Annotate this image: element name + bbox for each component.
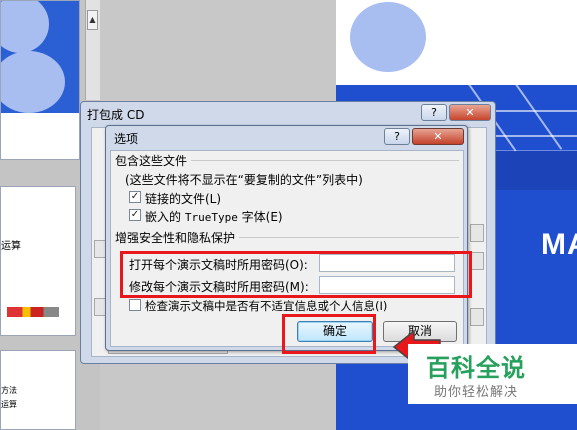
ok-button-highlight	[282, 314, 376, 354]
dialog-title: 打包成 CD	[87, 108, 145, 122]
side-control[interactable]	[470, 224, 484, 242]
close-button[interactable]: ✕	[412, 128, 464, 145]
thumbnail-shape	[1, 51, 65, 113]
embed-fonts-prefix: 嵌入的	[145, 210, 182, 224]
side-control[interactable]	[470, 252, 484, 270]
thumbnail-white-area	[1, 113, 79, 159]
watermark: 百科全说 助你轻松解决	[408, 344, 577, 404]
help-button[interactable]: ?	[384, 128, 410, 145]
help-button[interactable]: ?	[421, 104, 447, 121]
slide-title: MA	[541, 228, 577, 261]
inspect-label[interactable]: 检查演示文稿中是否有不适宜信息或个人信息(I)	[145, 298, 387, 314]
embed-fonts-label[interactable]: 嵌入的 TrueType 字体(E)	[145, 208, 283, 225]
embed-fonts-truetype: TrueType	[184, 211, 238, 224]
slide-thumbnail-3[interactable]: 方法 运算	[0, 350, 76, 430]
thumbnail-text: 运算	[1, 400, 17, 409]
security-group-label: 增强安全性和隐私保护	[115, 229, 240, 246]
password-fields-highlight	[120, 251, 472, 298]
include-files-group-label: 包含这些文件	[115, 152, 192, 169]
thumbnail-shape	[1, 1, 49, 53]
side-control[interactable]	[470, 308, 484, 326]
slide-thumbnail-2[interactable]: 运算	[0, 186, 76, 336]
dialog-title: 选项	[114, 132, 139, 146]
include-files-note: (这些文件将不显示在“要复制的文件”列表中)	[125, 173, 363, 187]
thumbnail-text: 方法	[1, 386, 17, 395]
watermark-title: 百科全说	[426, 354, 526, 382]
thumbnail-text: 运算	[1, 241, 21, 252]
inspect-checkbox[interactable]	[129, 299, 141, 311]
watermark-subtitle: 助你轻松解决	[434, 385, 519, 400]
linked-files-checkbox[interactable]: ✓	[129, 191, 141, 203]
scroll-up-icon[interactable]: ▲	[87, 10, 98, 30]
linked-files-label[interactable]: 链接的文件(L)	[145, 190, 221, 207]
slide-decoration	[486, 110, 577, 112]
thumbnail-logo	[7, 307, 59, 317]
slide-thumbnail-1[interactable]	[0, 0, 80, 160]
embed-fonts-suffix: 字体(E)	[241, 210, 283, 224]
close-button[interactable]: ✕	[449, 104, 491, 121]
embed-fonts-checkbox[interactable]: ✓	[129, 209, 141, 221]
slide-shape	[350, 2, 426, 72]
